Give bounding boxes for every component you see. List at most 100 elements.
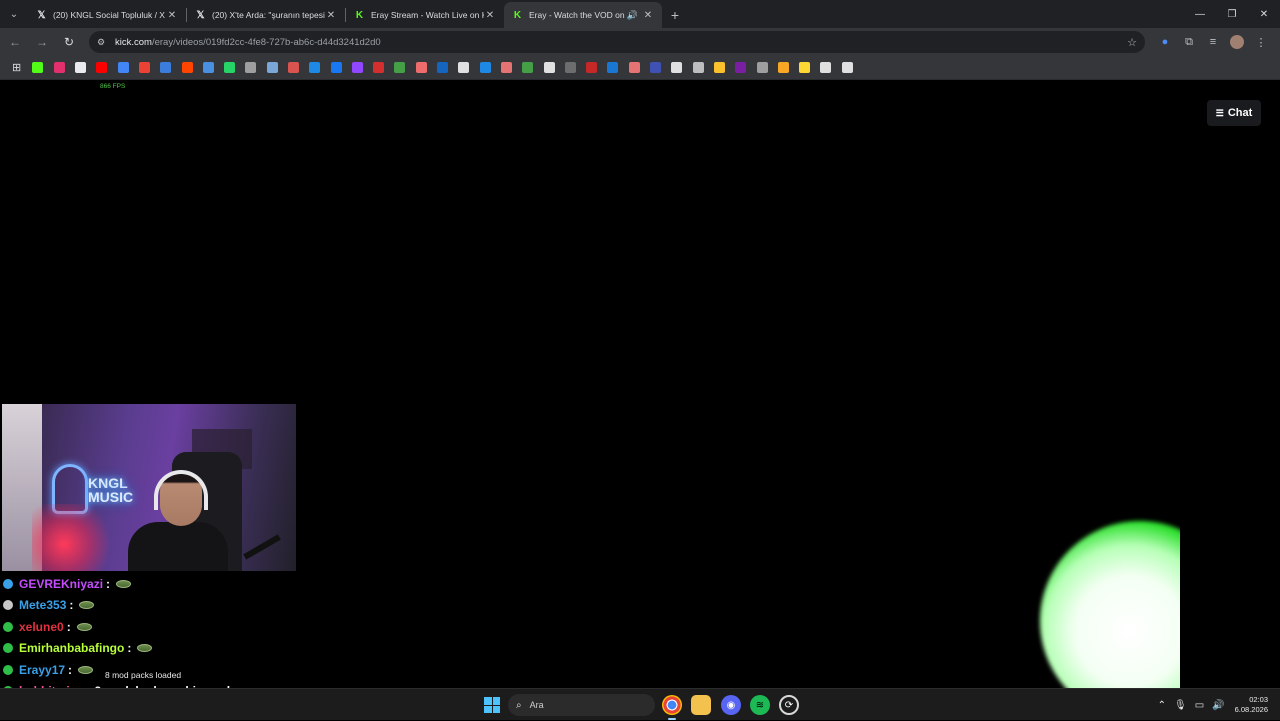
chat-username[interactable]: Erayy17 [19,663,65,677]
tab-close-icon[interactable]: ✕ [642,10,654,21]
chat-username[interactable]: xelune0 [19,620,64,634]
bookmark-site-30-icon[interactable] [645,58,666,78]
chat-colon: : [66,619,71,634]
bookmark-favicon [841,62,853,73]
chat-username[interactable]: GEVREKniyazi [19,577,103,591]
chat-toggle-button[interactable]: ☰ Chat [1207,100,1261,126]
system-tray: ⌃ 🎙 ▭ 🔊 02:03 6.08.2026 [1150,689,1268,721]
bookmark-site-22-icon[interactable] [475,58,496,78]
new-tab-button[interactable]: + [662,2,688,28]
bookmark-favicon [288,62,299,73]
tab-close-icon[interactable]: ✕ [166,10,178,21]
bookmark-reddit-icon[interactable] [176,58,197,78]
bookmark-site-28-icon[interactable] [602,58,623,78]
clock[interactable]: 02:03 6.08.2026 [1235,695,1268,715]
video-player[interactable]: 866 FPS ☰ Chat KNGL MUSIC GEVREKniyazi: Me… [0,81,1280,688]
bookmark-favicon [309,62,321,73]
chrome-app-icon[interactable] [662,695,682,720]
window-controls: — ❐ ✕ [1184,0,1280,28]
bookmark-site-24-icon[interactable] [517,58,538,78]
browser-menu-icon[interactable]: ⋮ [1249,31,1273,53]
chat-message: Emirhanbabafingo: [3,638,303,660]
bookmark-translate-icon[interactable] [198,58,219,78]
bookmark-site-36-icon[interactable] [773,58,794,78]
bookmark-favicon [650,62,662,73]
bookmark-site-12-icon[interactable] [262,58,283,78]
bookmark-site-7-icon[interactable] [155,58,176,78]
tray-chevron-icon[interactable]: ⌃ [1158,700,1166,711]
bookmark-site-38-icon[interactable] [815,58,836,78]
bookmark-site-29-icon[interactable] [624,58,645,78]
minimize-icon[interactable]: — [1184,0,1216,28]
bookmark-favicon [671,62,683,73]
microphone-icon[interactable]: 🎙 [1174,700,1187,711]
address-bar[interactable]: ⚙ kick.com/eray/videos/019fd2cc-4fe8-727… [89,31,1145,53]
reload-icon[interactable]: ↻ [57,30,81,54]
bookmark-site-20-icon[interactable] [432,58,453,78]
bookmark-site-39-icon[interactable] [837,58,858,78]
file-explorer-icon[interactable] [691,695,711,715]
bookmark-site-19-icon[interactable] [411,58,432,78]
bookmark-whatsapp-icon[interactable] [219,58,240,78]
bookmark-star-icon[interactable]: ☆ [1127,36,1137,49]
bookmark-site-35-icon[interactable] [751,58,772,78]
kick-logo-icon: K [513,9,522,21]
network-icon[interactable]: ▭ [1195,700,1204,711]
close-window-icon[interactable]: ✕ [1248,0,1280,28]
browser-tab[interactable]: 𝕏 (20) X'te Arda: "şuranın tepesind ✕ [187,2,345,28]
back-icon[interactable]: ← [3,30,27,54]
bookmark-site-21-icon[interactable] [453,58,474,78]
bookmark-site-25-icon[interactable] [538,58,559,78]
bookmark-site-26-icon[interactable] [560,58,581,78]
bookmark-site-33-icon[interactable] [709,58,730,78]
site-info-icon[interactable]: ⚙ [97,37,111,48]
bookmark-favicon [713,62,725,73]
bookmark-site-32-icon[interactable] [688,58,709,78]
taskbar-search[interactable]: ⌕ Ara [508,694,655,716]
bookmark-site-27-icon[interactable] [581,58,602,78]
bookmark-site-11-icon[interactable] [240,58,261,78]
media-control-icon[interactable]: ≡ [1201,31,1225,53]
bookmark-twitch-icon[interactable] [347,58,368,78]
forward-icon[interactable]: → [30,30,54,54]
bookmark-site-14-icon[interactable] [304,58,325,78]
restore-icon[interactable]: ❐ [1216,0,1248,28]
extension-icon[interactable]: ● [1153,31,1177,53]
bookmark-site-37-icon[interactable] [794,58,815,78]
bookmark-google-icon[interactable] [112,58,133,78]
bookmark-site-13-icon[interactable] [283,58,304,78]
chat-username[interactable]: Emirhanbabafingo [19,641,124,655]
bookmark-site-18-icon[interactable] [389,58,410,78]
tab-search-chevron-icon[interactable]: ⌄ [0,0,28,28]
bookmark-site-31-icon[interactable] [666,58,687,78]
app-icon-5[interactable]: ⟳ [779,695,799,715]
apps-grid-icon[interactable]: ⊞ [6,58,27,78]
spotify-app-icon[interactable]: ≋ [750,695,770,715]
windows-start-icon[interactable] [484,697,500,713]
bookmark-site-23-icon[interactable] [496,58,517,78]
discord-app-icon[interactable]: ◉ [721,695,741,715]
bookmark-facebook-icon[interactable] [325,58,346,78]
bookmark-site-34-icon[interactable] [730,58,751,78]
tab-close-icon[interactable]: ✕ [325,10,337,21]
profile-avatar[interactable] [1230,35,1244,49]
extensions-puzzle-icon[interactable]: ⧉ [1177,31,1201,53]
bookmark-youtube-icon[interactable] [91,58,112,78]
volume-icon[interactable]: 🔊 [1212,700,1224,711]
browser-tab[interactable]: K Eray - Watch the VOD on Kick🔊 ✕ [504,2,662,28]
bookmark-instagram-icon[interactable] [49,58,70,78]
bookmark-gmail-icon[interactable] [134,58,155,78]
bookmark-site-17-icon[interactable] [368,58,389,78]
search-placeholder: Ara [529,700,544,710]
browser-tab[interactable]: 𝕏 (20) KNGL Social Topluluk / X ✕ [28,2,186,28]
bookmark-kick-icon[interactable] [27,58,48,78]
chat-username[interactable]: Mete353 [19,598,66,612]
tab-close-icon[interactable]: ✕ [484,10,496,21]
tab-audio-icon[interactable]: 🔊 [627,10,638,21]
bookmark-favicon [479,62,491,73]
bookmark-favicon [777,62,789,73]
headphones [154,470,208,510]
browser-tab[interactable]: K Eray Stream - Watch Live on Kick✕ [346,2,504,28]
chat-list-icon: ☰ [1215,107,1224,118]
bookmark-x-icon[interactable] [70,58,91,78]
